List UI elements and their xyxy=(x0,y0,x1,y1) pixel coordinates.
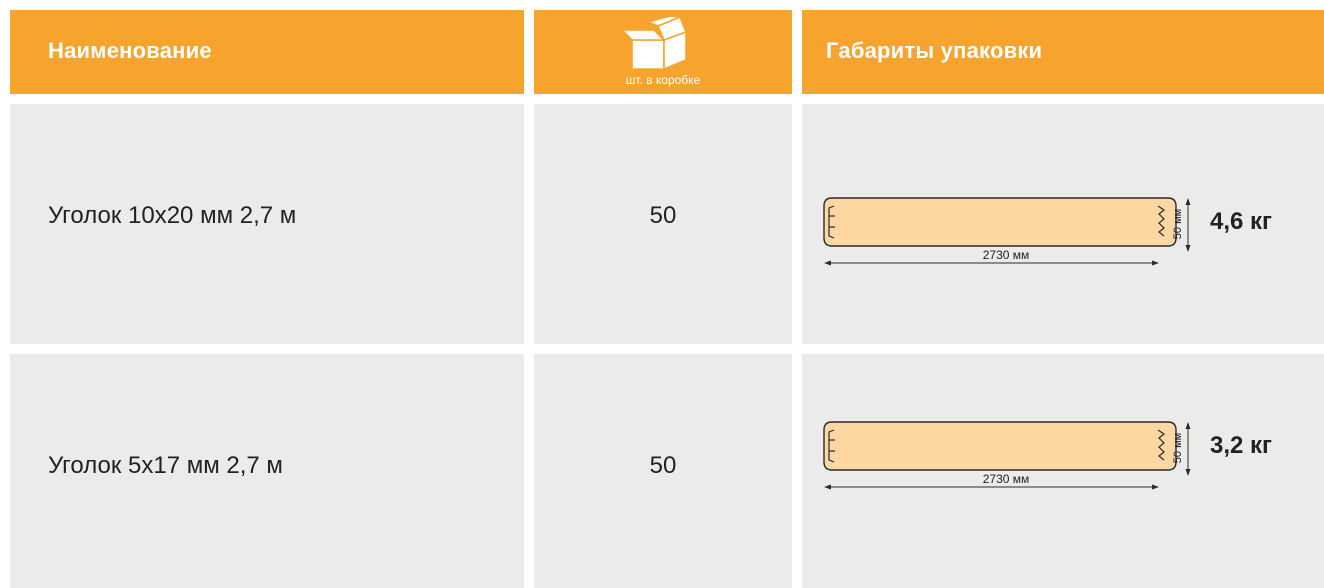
package-diagram: 2730 мм 50 мм xyxy=(823,197,1191,266)
header-dims-cell: Габариты упаковки xyxy=(802,10,1324,94)
product-name-cell: Уголок 5х17 мм 2,7 м xyxy=(10,354,524,588)
product-name: Уголок 5х17 мм 2,7 м xyxy=(48,452,283,479)
length-arrow-right xyxy=(1152,484,1159,490)
header-dims-label: Габариты упаковки xyxy=(826,38,1043,63)
width-arrow-bottom xyxy=(1185,245,1191,252)
product-name-cell: Уголок 10х20 мм 2,7 м xyxy=(10,104,524,344)
package-shape xyxy=(823,197,1177,247)
width-arrow-top xyxy=(1185,198,1191,205)
weight-value: 4,6 кг xyxy=(1210,208,1273,235)
length-label: 2730 мм xyxy=(983,248,1030,262)
header-name-cell: Наименование xyxy=(10,10,524,94)
width-arrow-top xyxy=(1185,422,1191,429)
qty-cell: 50 xyxy=(534,104,792,344)
dims-cell: 2730 мм 50 мм 3,2 кг xyxy=(802,354,1324,588)
length-arrow-left xyxy=(824,260,831,266)
box-icon xyxy=(621,15,687,70)
dims-cell: 2730 мм 50 мм 4,6 кг xyxy=(802,104,1324,344)
length-label: 2730 мм xyxy=(983,472,1030,486)
qty-cell: 50 xyxy=(534,354,792,588)
width-arrow-bottom xyxy=(1185,469,1191,476)
length-arrow-right xyxy=(1152,260,1159,266)
qty-value: 50 xyxy=(649,202,677,229)
width-label: 50 мм xyxy=(1172,209,1184,239)
package-shape xyxy=(823,421,1177,471)
qty-value: 50 xyxy=(649,452,677,479)
width-label: 50 мм xyxy=(1172,433,1184,463)
package-diagram: 2730 мм 50 мм xyxy=(823,421,1191,490)
header-name-label: Наименование xyxy=(48,38,212,63)
header-qty-caption: шт. в коробке xyxy=(625,73,701,87)
weight-value: 3,2 кг xyxy=(1210,432,1273,459)
header-qty-cell: шт. в коробке xyxy=(534,10,792,94)
length-arrow-left xyxy=(824,484,831,490)
product-name: Уголок 10х20 мм 2,7 м xyxy=(48,202,297,229)
